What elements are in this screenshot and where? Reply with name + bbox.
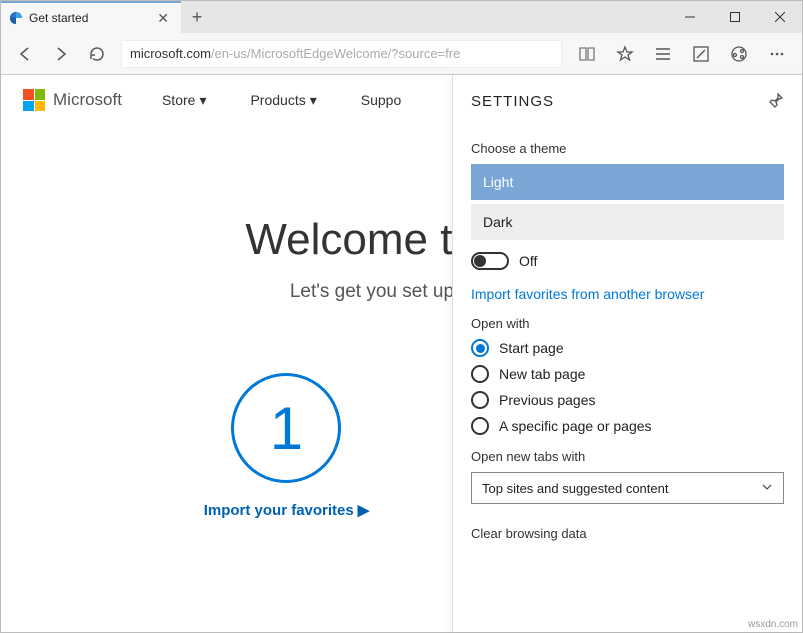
import-favorites-link[interactable]: Import favorites from another browser <box>471 286 784 302</box>
tab-title: Get started <box>29 11 88 25</box>
maximize-button[interactable] <box>712 1 757 33</box>
radio-icon <box>471 391 489 409</box>
chevron-down-icon <box>761 481 773 496</box>
browser-tab[interactable]: Get started ✕ <box>1 1 181 33</box>
new-tab-button[interactable]: + <box>181 1 213 33</box>
theme-label: Choose a theme <box>471 141 784 156</box>
settings-panel: SETTINGS Choose a theme Light Dark Off I… <box>452 75 802 632</box>
minimize-button[interactable] <box>667 1 712 33</box>
favorite-star-icon[interactable] <box>606 36 644 72</box>
hub-icon[interactable] <box>644 36 682 72</box>
title-bar: Get started ✕ + <box>1 1 802 33</box>
dropdown-value: Top sites and suggested content <box>482 481 668 496</box>
step-label: Import your favorites <box>204 502 354 519</box>
url-host: microsoft.com <box>130 46 211 61</box>
radio-previous-pages[interactable]: Previous pages <box>471 391 784 409</box>
more-icon[interactable] <box>758 36 796 72</box>
watermark: wsxdn.com <box>748 619 798 630</box>
settings-title: SETTINGS <box>471 93 554 110</box>
open-with-label: Open with <box>471 316 784 331</box>
close-window-button[interactable] <box>757 1 802 33</box>
window-controls <box>667 1 802 33</box>
clear-data-label: Clear browsing data <box>471 526 784 541</box>
toggle-label: Off <box>519 253 537 269</box>
radio-start-page[interactable]: Start page <box>471 339 784 357</box>
step-1[interactable]: 1 Import your favorites▶ <box>204 373 370 519</box>
brand-text: Microsoft <box>53 90 122 110</box>
site-nav: Store▾ Products▾ Suppo <box>162 92 401 109</box>
step-number: 1 <box>231 373 341 483</box>
chevron-down-icon: ▾ <box>199 92 206 109</box>
radio-icon <box>471 365 489 383</box>
share-icon[interactable] <box>720 36 758 72</box>
play-icon: ▶ <box>358 501 370 519</box>
chevron-down-icon: ▾ <box>310 92 317 109</box>
forward-button[interactable] <box>43 36 79 72</box>
radio-specific-page[interactable]: A specific page or pages <box>471 417 784 435</box>
pin-icon[interactable] <box>768 92 784 111</box>
notes-icon[interactable] <box>682 36 720 72</box>
theme-option-light[interactable]: Light <box>471 164 784 200</box>
nav-store[interactable]: Store▾ <box>162 92 207 109</box>
url-path: /en-us/MicrosoftEdgeWelcome/?source=fre <box>211 46 460 61</box>
open-new-tabs-dropdown[interactable]: Top sites and suggested content <box>471 472 784 504</box>
radio-icon <box>471 417 489 435</box>
nav-support[interactable]: Suppo <box>361 92 401 109</box>
theme-option-dark[interactable]: Dark <box>471 204 784 240</box>
radio-new-tab[interactable]: New tab page <box>471 365 784 383</box>
refresh-button[interactable] <box>79 36 115 72</box>
edge-favicon <box>9 11 23 25</box>
nav-products[interactable]: Products▾ <box>250 92 316 109</box>
open-new-tabs-label: Open new tabs with <box>471 449 784 464</box>
toggle-switch[interactable] <box>471 252 509 270</box>
address-bar[interactable]: microsoft.com/en-us/MicrosoftEdgeWelcome… <box>121 40 562 68</box>
back-button[interactable] <box>7 36 43 72</box>
microsoft-logo[interactable]: Microsoft <box>23 89 122 111</box>
nav-bar: microsoft.com/en-us/MicrosoftEdgeWelcome… <box>1 33 802 75</box>
reading-view-icon[interactable] <box>568 36 606 72</box>
tab-close-icon[interactable]: ✕ <box>155 8 171 29</box>
radio-icon <box>471 339 489 357</box>
microsoft-logo-icon <box>23 89 45 111</box>
